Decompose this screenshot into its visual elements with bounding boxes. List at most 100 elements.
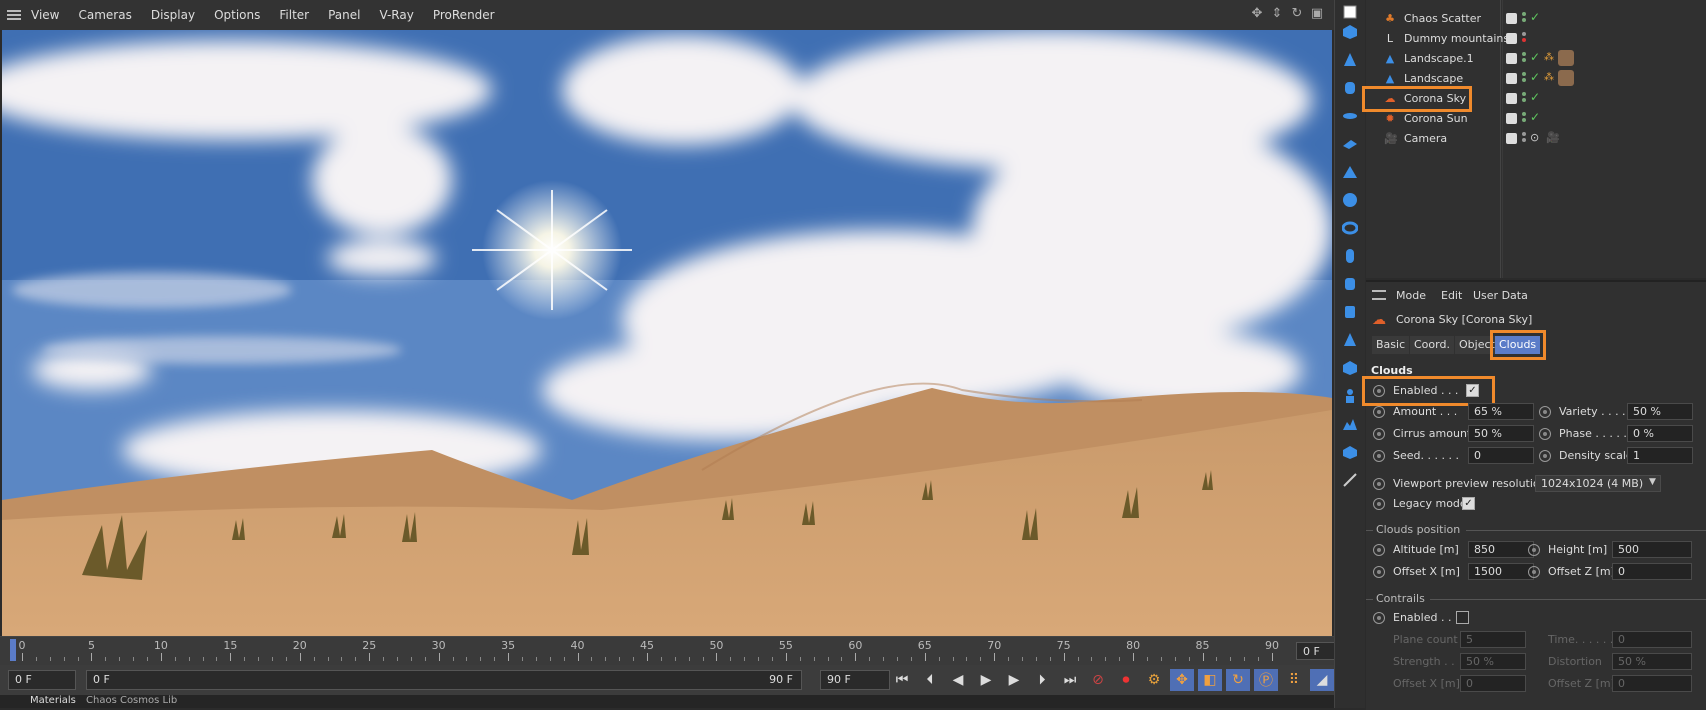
max-frame-field[interactable]: 90 F bbox=[820, 670, 890, 690]
landscape-icon[interactable] bbox=[1340, 414, 1360, 434]
enabled-check-icon[interactable]: ✓ bbox=[1530, 50, 1540, 64]
record-disabled-icon[interactable]: ⊘ bbox=[1086, 669, 1110, 691]
cylinder-icon[interactable] bbox=[1340, 78, 1360, 98]
object-row-landscape-1[interactable]: ▲ Landscape.1 ✓ ⁂ bbox=[1366, 49, 1706, 69]
animate-radio[interactable] bbox=[1539, 428, 1551, 440]
enabled-checkbox[interactable]: ✓ bbox=[1466, 384, 1479, 397]
animate-radio[interactable] bbox=[1528, 544, 1540, 556]
enabled-check-icon[interactable]: ✓ bbox=[1530, 90, 1540, 104]
enabled-check-icon[interactable]: ✓ bbox=[1530, 70, 1540, 84]
camera-tag-icon[interactable]: 🎥 bbox=[1546, 131, 1560, 144]
offset-x-field[interactable]: 1500 bbox=[1468, 563, 1534, 580]
capsule-icon[interactable] bbox=[1340, 246, 1360, 266]
tab-chaos-cosmos[interactable]: Chaos Cosmos Lib bbox=[86, 695, 177, 706]
contrails-enabled-checkbox[interactable] bbox=[1456, 611, 1469, 624]
tube-icon[interactable] bbox=[1340, 302, 1360, 322]
playhead[interactable] bbox=[10, 639, 16, 661]
render-viewport[interactable] bbox=[2, 30, 1332, 636]
play-icon[interactable]: ▶ bbox=[974, 669, 998, 691]
object-row-corona-sky[interactable]: ☁ Corona Sky ✓ bbox=[1366, 89, 1706, 109]
animate-radio[interactable] bbox=[1373, 612, 1385, 624]
object-row-chaos-scatter[interactable]: ♣ Chaos Scatter ✓ bbox=[1366, 9, 1706, 29]
strength-field[interactable]: 50 % bbox=[1460, 653, 1526, 670]
material-tag-icon[interactable] bbox=[1558, 50, 1574, 66]
move-view-icon[interactable]: ✥ bbox=[1250, 7, 1264, 21]
move-key-icon[interactable]: ✥ bbox=[1170, 669, 1194, 691]
animate-radio[interactable] bbox=[1539, 406, 1551, 418]
animate-radio[interactable] bbox=[1373, 450, 1385, 462]
visibility-toggle[interactable] bbox=[1506, 13, 1517, 24]
tag-icon[interactable]: ⁂ bbox=[1544, 52, 1554, 63]
enabled-check-icon[interactable]: ✓ bbox=[1530, 110, 1540, 124]
pyramid-icon[interactable] bbox=[1340, 162, 1360, 182]
distortion-field[interactable]: 50 % bbox=[1612, 653, 1692, 670]
vp-res-dropdown[interactable]: 1024x1024 (4 MB) bbox=[1535, 475, 1661, 492]
animate-radio[interactable] bbox=[1373, 428, 1385, 440]
menu-filter[interactable]: Filter bbox=[279, 8, 309, 22]
menu-cameras[interactable]: Cameras bbox=[78, 8, 131, 22]
tag-icon[interactable]: ⁂ bbox=[1544, 72, 1554, 83]
oil-tank-icon[interactable] bbox=[1340, 274, 1360, 294]
height-field[interactable]: 500 bbox=[1612, 541, 1692, 558]
record-keys-icon[interactable]: ⏺ bbox=[1114, 669, 1138, 691]
menu-vray[interactable]: V-Ray bbox=[379, 8, 413, 22]
animate-radio[interactable] bbox=[1373, 498, 1385, 510]
rotate-key-icon[interactable]: ↻ bbox=[1226, 669, 1250, 691]
scheme-icon[interactable]: ◢ bbox=[1310, 669, 1334, 691]
animate-radio[interactable] bbox=[1539, 450, 1551, 462]
visibility-toggle[interactable] bbox=[1506, 133, 1517, 144]
time-field[interactable]: 0 bbox=[1612, 631, 1692, 648]
menu-view[interactable]: View bbox=[31, 8, 59, 22]
tab-coord[interactable]: Coord. bbox=[1410, 336, 1454, 354]
scale-key-icon[interactable]: ◧ bbox=[1198, 669, 1222, 691]
enabled-check-icon[interactable]: ✓ bbox=[1530, 10, 1540, 24]
dolly-view-icon[interactable]: ⇕ bbox=[1270, 7, 1284, 21]
editor-render-dots[interactable] bbox=[1522, 132, 1528, 146]
plane-count-field[interactable]: 5 bbox=[1460, 631, 1526, 648]
density-field[interactable]: 1 bbox=[1627, 447, 1693, 464]
object-row-corona-sun[interactable]: ✹ Corona Sun ✓ bbox=[1366, 109, 1706, 129]
animate-radio[interactable] bbox=[1373, 385, 1385, 397]
rotate-view-icon[interactable]: ↻ bbox=[1290, 7, 1304, 21]
figure-icon[interactable] bbox=[1340, 330, 1360, 350]
offset-z-field[interactable]: 0 bbox=[1612, 563, 1692, 580]
object-row-camera[interactable]: 🎥 Camera ⊙ 🎥 bbox=[1366, 129, 1706, 149]
cone-icon[interactable] bbox=[1340, 50, 1360, 70]
legacy-checkbox[interactable]: ✓ bbox=[1462, 497, 1475, 510]
cube-icon[interactable] bbox=[1340, 22, 1360, 42]
animate-radio[interactable] bbox=[1528, 566, 1540, 578]
maximize-view-icon[interactable]: ▣ bbox=[1310, 7, 1324, 21]
contrail-offset-x-field[interactable]: 0 bbox=[1460, 675, 1526, 692]
menu-options[interactable]: Options bbox=[214, 8, 260, 22]
attr-menu-mode[interactable]: Mode bbox=[1396, 289, 1426, 302]
visibility-toggle[interactable] bbox=[1506, 113, 1517, 124]
next-key-icon[interactable]: ⏵ bbox=[1030, 669, 1054, 691]
next-frame-icon[interactable]: ▶ bbox=[1002, 669, 1026, 691]
layer-tool-icon[interactable] bbox=[1340, 2, 1360, 22]
cirrus-field[interactable]: 50 % bbox=[1468, 425, 1534, 442]
tab-object[interactable]: Object bbox=[1455, 336, 1499, 354]
editor-render-dots[interactable] bbox=[1522, 112, 1528, 126]
target-tag-icon[interactable]: ⊙ bbox=[1530, 131, 1539, 144]
disc-icon[interactable] bbox=[1340, 106, 1360, 126]
amount-field[interactable]: 65 % bbox=[1468, 403, 1534, 420]
phase-field[interactable]: 0 % bbox=[1627, 425, 1693, 442]
previous-frame-icon[interactable]: ◀ bbox=[946, 669, 970, 691]
variety-field[interactable]: 50 % bbox=[1627, 403, 1693, 420]
go-to-start-icon[interactable]: ⏮ bbox=[890, 669, 914, 691]
figure-human-icon[interactable] bbox=[1340, 386, 1360, 406]
material-tag-icon[interactable] bbox=[1558, 70, 1574, 86]
menu-panel[interactable]: Panel bbox=[328, 8, 360, 22]
editor-render-dots[interactable] bbox=[1522, 72, 1528, 86]
line-icon[interactable] bbox=[1340, 470, 1360, 490]
point-level-icon[interactable]: ⠿ bbox=[1282, 669, 1306, 691]
hamburger-menu-icon[interactable] bbox=[7, 10, 21, 20]
animate-radio[interactable] bbox=[1373, 544, 1385, 556]
editor-render-dots[interactable] bbox=[1522, 32, 1528, 46]
parameter-key-icon[interactable]: Ⓟ bbox=[1254, 669, 1278, 691]
attr-menu-icon[interactable] bbox=[1372, 290, 1386, 300]
previous-key-icon[interactable]: ⏴ bbox=[918, 669, 942, 691]
seed-field[interactable]: 0 bbox=[1468, 447, 1534, 464]
attr-menu-edit[interactable]: Edit bbox=[1441, 289, 1462, 302]
editor-render-dots[interactable] bbox=[1522, 92, 1528, 106]
